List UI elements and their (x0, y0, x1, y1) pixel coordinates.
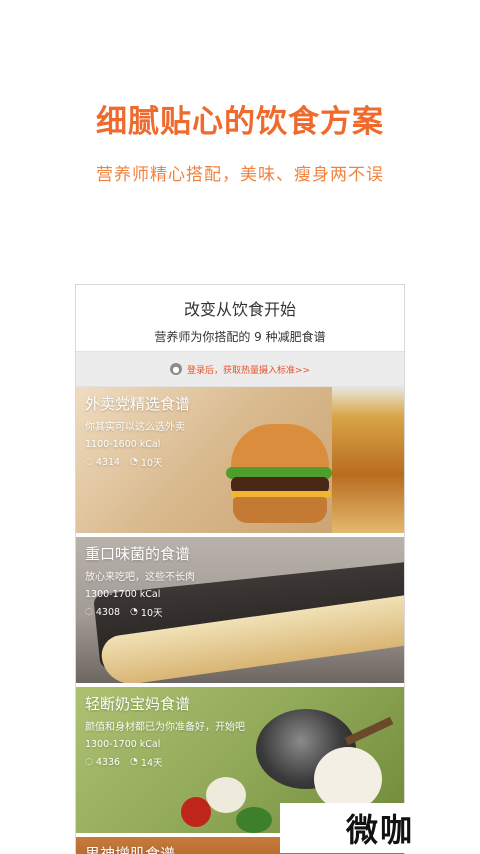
users-icon: ◌ (85, 607, 93, 617)
wok-handle (344, 716, 394, 746)
recipe-users: 4308 (95, 606, 121, 618)
clock-icon: ◔ (130, 757, 138, 767)
recipe-desc: 颜值和身材都已为你准备好，开始吧 (85, 722, 245, 733)
users-icon: ◌ (85, 457, 93, 467)
recipe-card[interactable]: 外卖党精选食谱 你其实可以这么选外卖 1100-1600 kCal ◌ 4314… (76, 387, 404, 537)
recipe-meta: ◌ 4314 ◔ 10天 (85, 455, 190, 470)
recipe-kcal: 1300-1700 kCal (85, 739, 161, 750)
headline: 细腻贴心的饮食方案 (96, 104, 384, 140)
page-title: 改变从饮食开始 (183, 300, 296, 319)
subline: 营养师精心搭配，美味、瘦身两不误 (96, 165, 384, 185)
recipe-info: 外卖党精选食谱 你其实可以这么选外卖 1100-1600 kCal ◌ 4314… (85, 393, 190, 469)
burger-image (231, 424, 329, 472)
recipe-kcal: 1300-1700 kCal (85, 589, 161, 600)
recipe-info: 轻断奶宝妈食谱 颜值和身材都已为你准备好，开始吧 1300-1700 kCal … (85, 693, 245, 769)
user-icon: ● (169, 363, 182, 375)
recipe-name: 外卖党精选食谱 (85, 395, 191, 413)
beer-glass-image (332, 387, 404, 533)
recipe-name: 男神增肌食谱 (85, 845, 176, 854)
burger-bun (233, 497, 327, 523)
recipe-meta: ◌ 4308 ◔ 10天 (85, 605, 195, 620)
recipe-desc: 放心来吃吧，这些不长肉 (85, 572, 195, 583)
recipe-days: 14天 (140, 758, 163, 769)
phone-header: 改变从饮食开始 营养师为你搭配的 9 种减肥食谱 (76, 285, 404, 351)
clock-icon: ◔ (130, 607, 138, 617)
recipe-users: 4336 (95, 756, 121, 768)
recipe-users: 4314 (95, 456, 121, 468)
recipe-name: 轻断奶宝妈食谱 (85, 695, 191, 713)
watermark-logo: 微咖 (280, 803, 480, 853)
recipe-name: 重口味菌的食谱 (85, 545, 191, 563)
login-link[interactable]: 登录后，获取热量摄入标准>> (187, 363, 310, 376)
greens-image (236, 807, 272, 833)
recipe-desc: 你其实可以这么选外卖 (85, 422, 185, 433)
clock-icon: ◔ (130, 457, 138, 467)
recipe-info: 男神增肌食谱 (85, 843, 175, 854)
recipe-kcal: 1100-1600 kCal (85, 439, 161, 450)
salad-plate-image (314, 747, 382, 811)
recipe-days: 10天 (140, 458, 163, 469)
users-icon: ◌ (85, 757, 93, 767)
recipe-days: 10天 (140, 608, 163, 619)
login-banner[interactable]: ● 登录后，获取热量摄入标准>> (76, 351, 404, 387)
page-subtitle: 营养师为你搭配的 9 种减肥食谱 (154, 330, 326, 344)
recipe-info: 重口味菌的食谱 放心来吃吧，这些不长肉 1300-1700 kCal ◌ 430… (85, 543, 195, 619)
recipe-meta: ◌ 4336 ◔ 14天 (85, 755, 245, 770)
phone-screen: 改变从饮食开始 营养师为你搭配的 9 种减肥食谱 ● 登录后，获取热量摄入标准>… (75, 284, 405, 854)
recipe-card[interactable]: 重口味菌的食谱 放心来吃吧，这些不长肉 1300-1700 kCal ◌ 430… (76, 537, 404, 687)
cauliflower-image (206, 777, 246, 813)
